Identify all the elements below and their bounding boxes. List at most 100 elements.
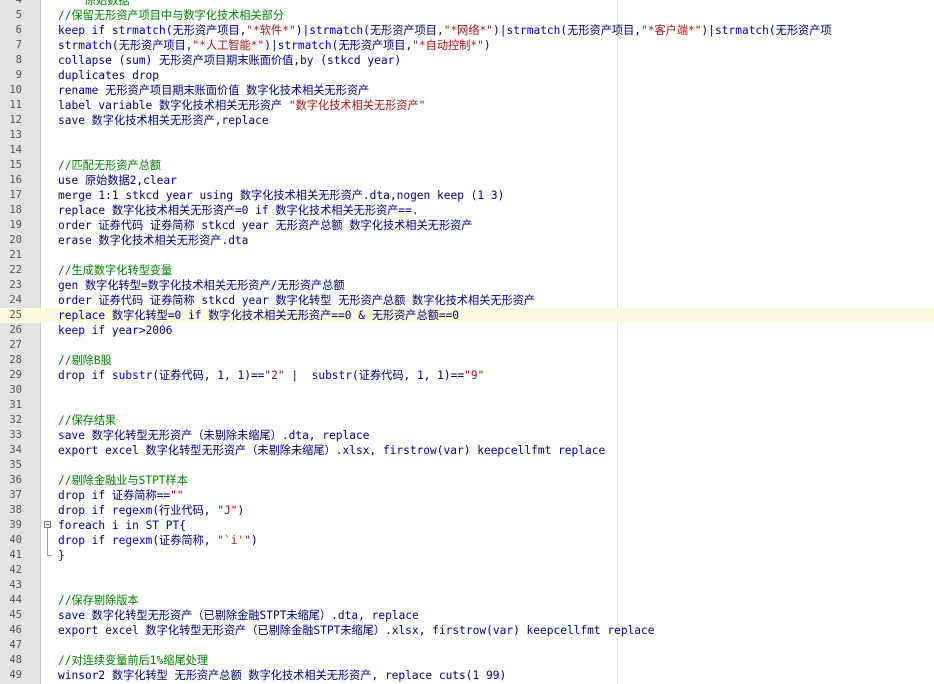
code-line[interactable]: 22 //生成数字化转型变量	[0, 263, 934, 278]
code-token: }	[58, 549, 65, 562]
code-token: (无形资产项	[768, 24, 832, 37]
code-line[interactable]: 19 order 证券代码 证券简称 stkcd year 无形资产总额 数字化技…	[0, 218, 934, 233]
code-token: replace 数字化转型=0 if 数字化技术相关无形资产==0 & 无形资产…	[58, 309, 460, 322]
code-token: replace 数字化技术相关无形资产=0 if 数字化技术相关无形资产==.	[58, 204, 419, 217]
code-line[interactable]: 38 drop if regexm(行业代码, "J")	[0, 503, 934, 518]
code-line[interactable]: 28 //剔除B股	[0, 353, 934, 368]
code-text: use 原始数据2,clear	[58, 173, 177, 188]
code-token: (证券代码, 1, 1)==	[352, 369, 465, 382]
code-token: //剔除金融业与STPT样本	[58, 474, 188, 487]
fold-toggle-icon[interactable]	[44, 521, 51, 528]
line-number: 9	[15, 69, 22, 81]
code-line[interactable]: 26 keep if year>2006	[0, 323, 934, 338]
code-line[interactable]: 27	[0, 338, 934, 353]
code-token: merge 1:1 stkcd year using 数字化技术相关无形资产.d…	[58, 189, 505, 202]
code-text: //保留无形资产项目中与数字化技术相关部分	[58, 8, 284, 23]
code-line[interactable]: 11 label variable 数字化技术相关无形资产 "数字化技术相关无形资…	[0, 98, 934, 113]
code-token: "`i'"	[217, 534, 251, 547]
code-text: strmatch(无形资产项目,"*人工智能*")|strmatch(无形资产项…	[58, 38, 491, 53]
code-token: replace	[558, 444, 606, 457]
code-token: 原始数据	[58, 0, 130, 7]
code-line[interactable]: 41}	[0, 548, 934, 563]
code-text: //剔除金融业与STPT样本	[58, 473, 188, 488]
line-number: 5	[15, 9, 22, 21]
line-number: 25	[9, 309, 22, 321]
code-text: drop if regexm(行业代码, "J")	[58, 503, 244, 518]
code-line[interactable]: 6 keep if strmatch(无形资产项目,"*软件*")|strmatc…	[0, 23, 934, 38]
code-text: order 证券代码 证券简称 stkcd year 数字化转型 无形资产总额 …	[58, 293, 535, 308]
code-token: ""	[170, 489, 184, 502]
code-token: winsor2 数字化转型 无形资产总额 数字化技术相关无形资产, replac…	[58, 669, 507, 682]
line-number: 41	[9, 549, 22, 561]
line-number: 28	[9, 354, 22, 366]
code-token: (无形资产项目,	[363, 24, 444, 37]
code-token: gen 数字化转型=数字化技术相关无形资产/无形资产总额	[58, 279, 345, 292]
code-line[interactable]: 29 drop if substr(证券代码, 1, 1)=="2" | subs…	[0, 368, 934, 383]
code-editor[interactable]: 4 原始数据 5//保留无形资产项目中与数字化技术相关部分 6 keep if str…	[0, 0, 934, 684]
code-line[interactable]: 44 //保存剔除版本	[0, 593, 934, 608]
code-token: //保留无形资产项目中与数字化技术相关部分	[58, 9, 285, 22]
code-token: var	[492, 624, 514, 637]
code-text: //保存结果	[58, 413, 116, 428]
code-line[interactable]: 8 collapse (sum) 无形资产项目期末账面价值,by (stkcd y…	[0, 53, 934, 68]
code-line[interactable]: 37 drop if 证券简称==""	[0, 488, 934, 503]
code-line[interactable]: 23 gen 数字化转型=数字化技术相关无形资产/无形资产总额	[0, 278, 934, 293]
code-line[interactable]: 46 export excel 数字化转型无形资产（已剔除金融STPT未缩尾）.x…	[0, 623, 934, 638]
line-number: 46	[9, 624, 22, 636]
code-text: drop if substr(证券代码, 1, 1)=="2" | substr…	[58, 368, 484, 383]
code-text: rename 无形资产项目期末账面价值 数字化技术相关无形资产	[58, 83, 369, 98]
code-line[interactable]: 12 save 数字化技术相关无形资产,replace	[0, 113, 934, 128]
line-number: 22	[9, 264, 22, 276]
code-line[interactable]: 33 save 数字化转型无形资产（未剔除未缩尾）.dta, replace	[0, 428, 934, 443]
code-line[interactable]: 35	[0, 458, 934, 473]
code-line[interactable]: 36 //剔除金融业与STPT样本	[0, 473, 934, 488]
code-line[interactable]: 49 winsor2 数字化转型 无形资产总额 数字化技术相关无形资产, repl…	[0, 668, 934, 683]
code-line[interactable]: 4 原始数据	[0, 0, 934, 8]
code-token: substr	[111, 369, 153, 382]
code-token: substr	[311, 369, 353, 382]
code-line[interactable]: 30	[0, 383, 934, 398]
code-token: (证券代码, 1, 1)==	[152, 369, 265, 382]
code-token: save 数字化技术相关无形资产,replace	[58, 114, 269, 127]
code-token: drop if	[58, 504, 112, 517]
code-line[interactable]: 48 //对连续变量前后1%缩尾处理	[0, 653, 934, 668]
code-line[interactable]: 5 //保留无形资产项目中与数字化技术相关部分	[0, 8, 934, 23]
code-line[interactable]: 10 rename 无形资产项目期末账面价值 数字化技术相关无形资产	[0, 83, 934, 98]
code-line[interactable]: 42	[0, 563, 934, 578]
code-token: strmatch	[715, 24, 769, 37]
code-line[interactable]: 20 erase 数字化技术相关无形资产.dta	[0, 233, 934, 248]
code-line[interactable]: 16 use 原始数据2,clear	[0, 173, 934, 188]
line-number: 32	[9, 414, 22, 426]
current-line[interactable]: 25 replace 数字化转型=0 if 数字化技术相关无形资产==0 & 无形…	[0, 308, 934, 323]
code-token: "*人工智能*"	[192, 39, 265, 52]
code-line[interactable]: 45 save 数字化转型无形资产（已剔除金融STPT未缩尾）.dta, repl…	[0, 608, 934, 623]
code-line[interactable]: 9 duplicates drop	[0, 68, 934, 83]
code-line[interactable]: 47	[0, 638, 934, 653]
code-line[interactable]: 43	[0, 578, 934, 593]
code-line[interactable]: 15 //匹配无形资产总额	[0, 158, 934, 173]
code-line[interactable]: 40 drop if regexm(证券简称, "`i'")	[0, 533, 934, 548]
code-line[interactable]: 7 strmatch(无形资产项目,"*人工智能*")|strmatch(无形资产…	[0, 38, 934, 53]
code-token: strmatch	[111, 24, 166, 37]
code-text: collapse (sum) 无形资产项目期末账面价值,by (stkcd ye…	[58, 53, 401, 68]
line-number: 4	[15, 0, 22, 6]
code-line[interactable]: 24 order 证券代码 证券简称 stkcd year 数字化转型 无形资产总…	[0, 293, 934, 308]
code-line[interactable]: 21	[0, 248, 934, 263]
code-token: replace	[607, 624, 655, 637]
code-line[interactable]: 18 replace 数字化技术相关无形资产=0 if 数字化技术相关无形资产==…	[0, 203, 934, 218]
code-token: )|	[264, 39, 278, 52]
code-text: }	[58, 548, 65, 563]
code-text: merge 1:1 stkcd year using 数字化技术相关无形资产.d…	[58, 188, 504, 203]
line-number: 11	[9, 99, 22, 111]
code-line[interactable]: 32 //保存结果	[0, 413, 934, 428]
code-line[interactable]: 14	[0, 143, 934, 158]
line-number: 48	[9, 654, 22, 666]
code-line[interactable]: 13	[0, 128, 934, 143]
code-token: "9"	[464, 369, 485, 382]
code-token: 证券简称==	[111, 489, 171, 502]
code-line[interactable]: 39 foreach i in ST PT{	[0, 518, 934, 533]
code-line[interactable]: 31	[0, 398, 934, 413]
code-token: //保存结果	[58, 414, 117, 427]
code-line[interactable]: 34 export excel 数字化转型无形资产（未剔除未缩尾）.xlsx, f…	[0, 443, 934, 458]
code-line[interactable]: 17 merge 1:1 stkcd year using 数字化技术相关无形资产…	[0, 188, 934, 203]
